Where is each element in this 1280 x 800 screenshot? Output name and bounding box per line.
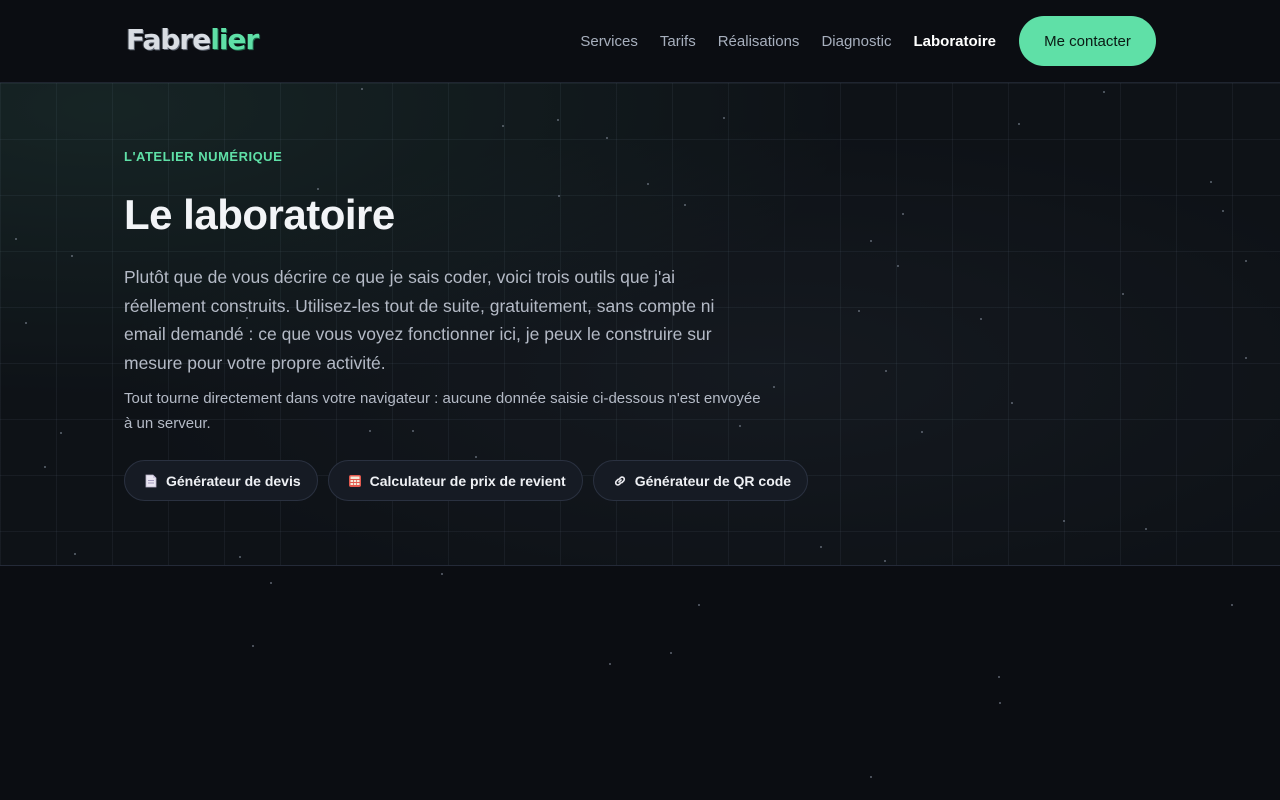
link-icon [613,474,627,488]
star-dot [670,652,672,654]
star-dot [998,676,1000,678]
main-nav: Services Tarifs Réalisations Diagnostic … [580,30,996,54]
qr-generator-label: Générateur de QR code [634,472,792,489]
logo[interactable]: Fabrelier [126,22,259,58]
qr-generator-button[interactable]: Générateur de QR code [592,460,809,501]
star-dot [698,604,700,606]
nav-item-realisations[interactable]: Réalisations [718,30,800,54]
star-dot [609,663,611,665]
hero-section: L'ATELIER NUMÉRIQUE Le laboratoire Plutô… [0,83,1280,566]
tool-buttons: Générateur de devis Calculateur de prix … [124,460,809,501]
calculator-icon [348,474,362,488]
star-dot [252,645,254,647]
page-title: Le laboratoire [124,191,395,238]
nav-item-laboratoire[interactable]: Laboratoire [913,30,996,54]
document-icon [144,474,158,488]
cost-calculator-label: Calculateur de prix de revient [369,472,566,489]
page: Fabrelier Services Tarifs Réalisations D… [0,0,1280,800]
hero-lead-text: Plutôt que de vous décrire ce que je sai… [124,267,715,373]
quote-generator-button[interactable]: Générateur de devis [124,460,318,501]
hero-eyebrow: L'ATELIER NUMÉRIQUE [124,149,283,164]
star-dot [1231,604,1233,606]
nav-item-services[interactable]: Services [580,30,638,54]
nav-item-tarifs[interactable]: Tarifs [660,30,696,54]
site-header: Fabrelier Services Tarifs Réalisations D… [0,0,1280,83]
star-dot [441,573,443,575]
star-dot [270,582,272,584]
nav-item-diagnostic[interactable]: Diagnostic [821,30,891,54]
cost-calculator-button[interactable]: Calculateur de prix de revient [327,460,583,501]
logo-text-part1: Fabre [126,23,211,56]
contact-button[interactable]: Me contacter [1019,16,1156,66]
logo-text-part2: lier [210,23,259,56]
star-dot [999,702,1001,704]
quote-generator-label: Générateur de devis [166,472,301,489]
star-dot [870,776,872,778]
hero-privacy-note: Tout tourne directement dans votre navig… [124,390,761,432]
